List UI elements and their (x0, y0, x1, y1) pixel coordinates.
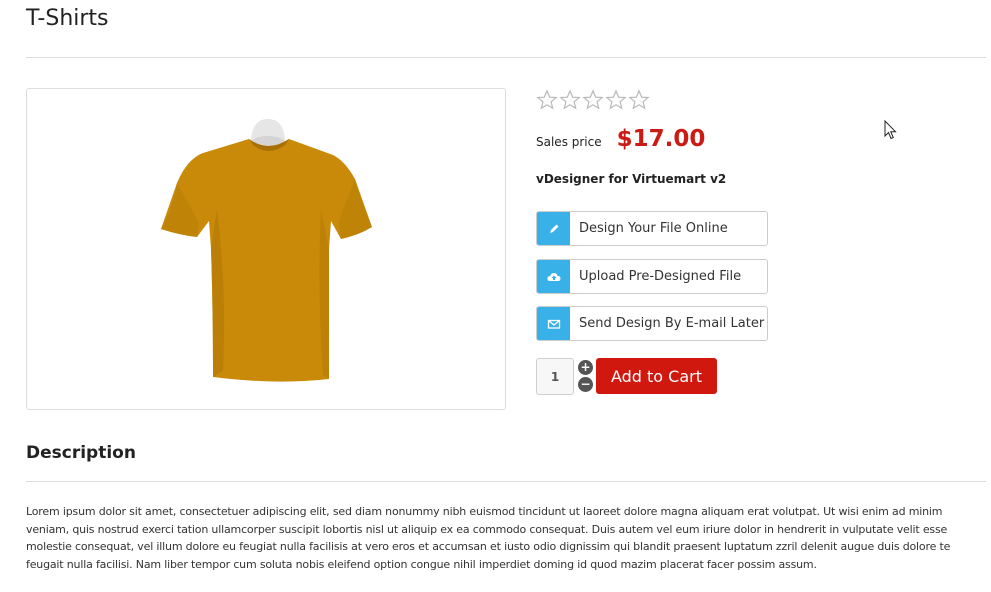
product-name: vDesigner for Virtuemart v2 (536, 172, 727, 186)
product-image[interactable] (26, 88, 506, 410)
price-row: Sales price $17.00 (536, 126, 705, 152)
description-divider (26, 481, 986, 482)
email-later-button[interactable]: Send Design By E-mail Later (536, 306, 768, 341)
star-rating[interactable] (536, 88, 650, 112)
email-later-label: Send Design By E-mail Later (579, 316, 765, 331)
upload-file-button[interactable]: Upload Pre-Designed File (536, 259, 768, 294)
shirt-body (161, 139, 372, 382)
quantity-input[interactable] (536, 358, 574, 395)
envelope-icon (547, 319, 560, 329)
upload-file-label: Upload Pre-Designed File (579, 269, 742, 284)
description-text: Lorem ipsum dolor sit amet, consectetuer… (26, 505, 951, 571)
description-title: Description (26, 443, 136, 463)
design-online-label: Design Your File Online (579, 221, 728, 236)
price-value: $17.00 (616, 126, 706, 152)
add-to-cart-button[interactable]: Add to Cart (596, 358, 717, 394)
star-icon[interactable] (628, 88, 650, 112)
quantity-plus-button[interactable]: + (578, 360, 593, 375)
star-icon[interactable] (605, 88, 627, 112)
design-online-button[interactable]: Design Your File Online (536, 211, 768, 246)
page-title: T-Shirts (26, 6, 109, 31)
tshirt-image (161, 119, 372, 382)
mouse-cursor-icon (884, 120, 897, 140)
title-divider (26, 57, 986, 58)
price-label: Sales price (536, 135, 602, 149)
star-icon[interactable] (582, 88, 604, 112)
cloud-upload-icon (546, 272, 560, 281)
star-icon[interactable] (559, 88, 581, 112)
pencil-icon (549, 224, 558, 233)
quantity-minus-button[interactable]: − (578, 377, 593, 392)
star-icon[interactable] (536, 88, 558, 112)
